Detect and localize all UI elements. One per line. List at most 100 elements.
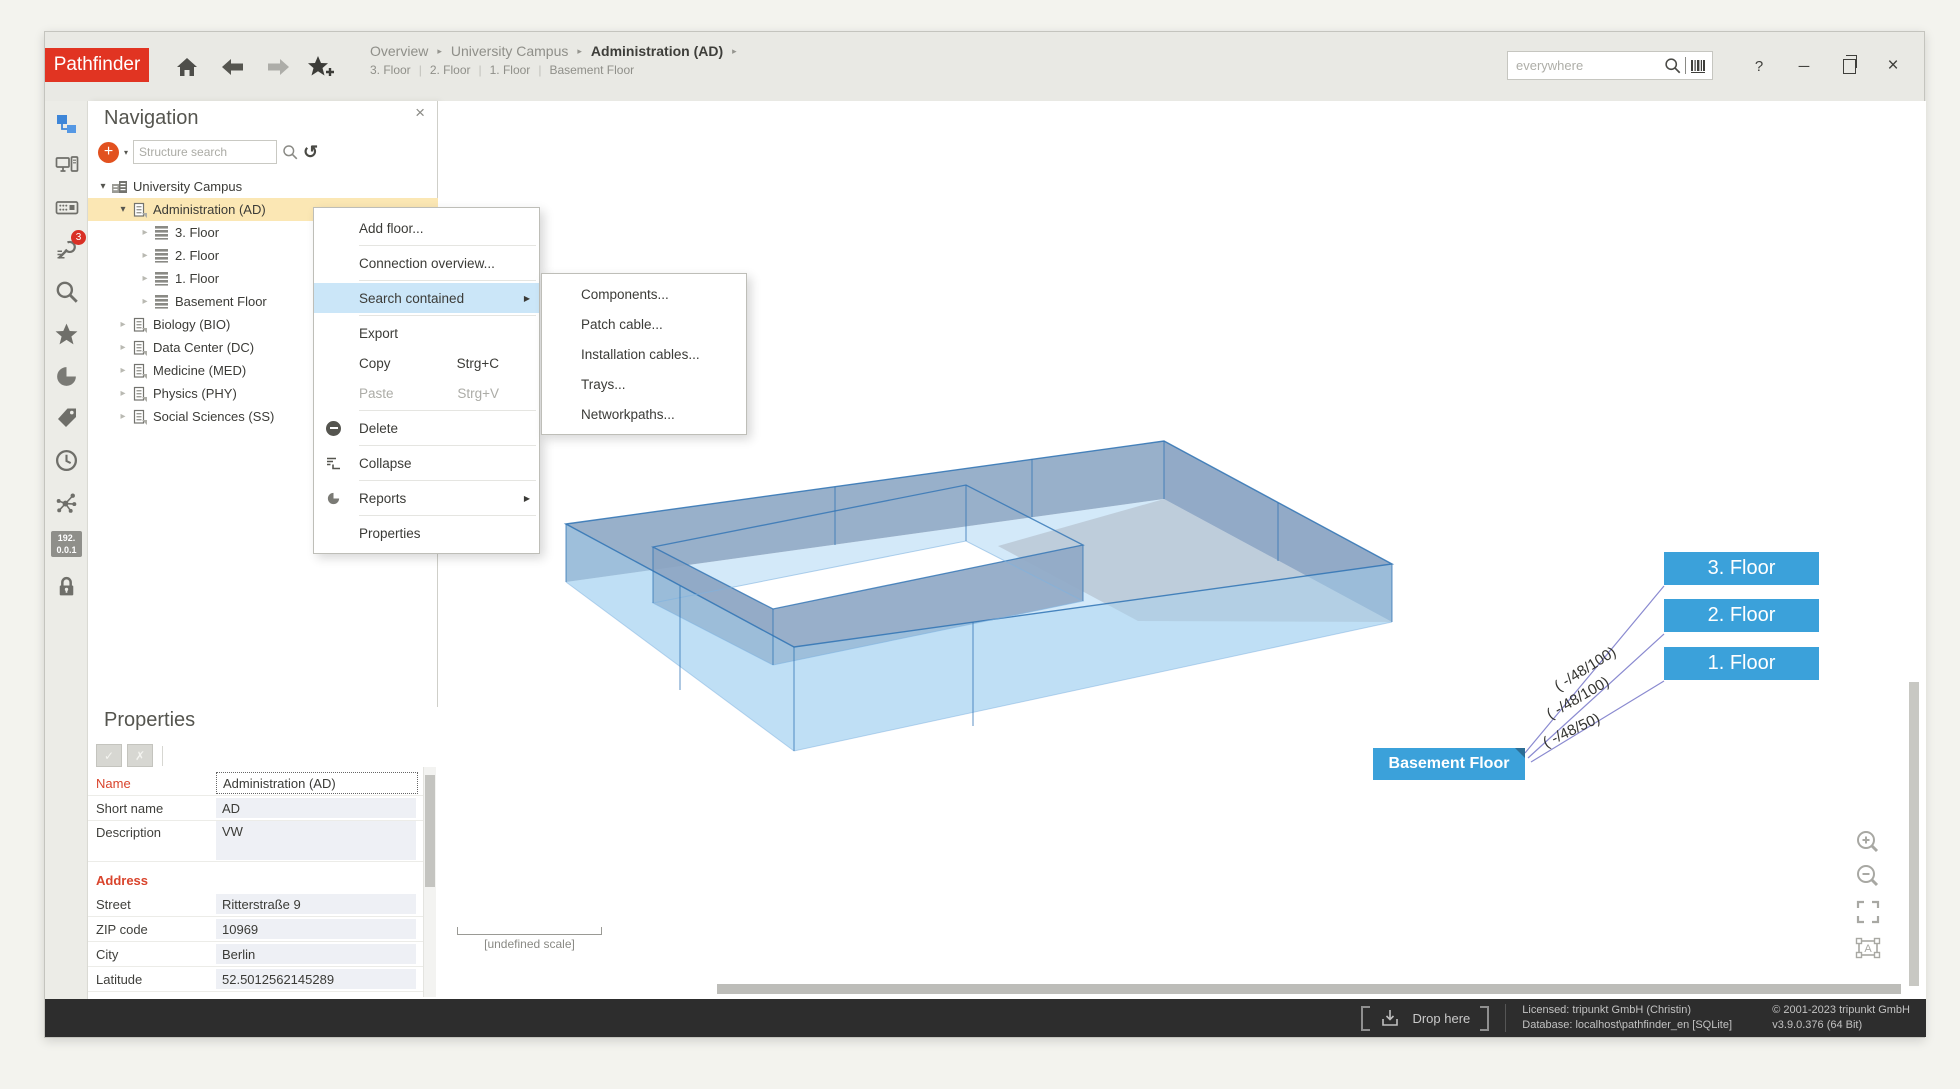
forward-button[interactable] bbox=[264, 53, 292, 81]
drop-zone[interactable]: Drop here bbox=[1361, 1006, 1489, 1031]
menu-item-properties[interactable]: Properties bbox=[314, 518, 539, 548]
vertical-scrollbar[interactable] bbox=[1909, 682, 1919, 986]
licensed-text: Licensed: tripunkt GmbH (Christin) bbox=[1522, 1003, 1752, 1018]
structure-search-icon[interactable] bbox=[282, 144, 298, 160]
tools-button[interactable]: 3 bbox=[51, 234, 82, 266]
label-scale-button[interactable]: A bbox=[1852, 932, 1884, 964]
global-search-box[interactable] bbox=[1507, 51, 1713, 80]
breadcrumb-floor-1[interactable]: 1. Floor bbox=[490, 63, 531, 77]
basement-floor-label[interactable]: Basement Floor bbox=[1373, 748, 1525, 780]
history-button[interactable] bbox=[51, 444, 82, 476]
horizontal-scrollbar[interactable] bbox=[717, 984, 1901, 994]
floor-1-label[interactable]: 1. Floor bbox=[1664, 647, 1819, 680]
expander-collapsed-icon[interactable]: ▸ bbox=[116, 411, 130, 422]
refresh-icon[interactable]: ↺ bbox=[303, 142, 318, 163]
back-button[interactable] bbox=[219, 53, 247, 81]
short-name-field[interactable]: AD bbox=[216, 798, 416, 818]
floor-3-label[interactable]: 3. Floor bbox=[1664, 552, 1819, 585]
city-field[interactable]: Berlin bbox=[216, 944, 416, 964]
discard-button[interactable]: ✗ bbox=[127, 744, 153, 767]
expander-expanded-icon[interactable]: ▾ bbox=[96, 181, 110, 192]
description-field[interactable]: VW bbox=[216, 821, 416, 860]
breadcrumb-university-campus[interactable]: University Campus bbox=[451, 43, 568, 59]
minimize-button[interactable]: ─ bbox=[1789, 52, 1819, 80]
menu-item-reports[interactable]: Reports ▶ bbox=[314, 483, 539, 513]
expander-collapsed-icon[interactable]: ▸ bbox=[116, 319, 130, 330]
expander-collapsed-icon[interactable]: ▸ bbox=[138, 227, 152, 238]
workstations-button[interactable] bbox=[51, 150, 82, 182]
properties-scrollbar[interactable] bbox=[423, 767, 436, 997]
menu-item-search-contained[interactable]: Search contained ▶ bbox=[314, 283, 539, 313]
breadcrumb-floor-3[interactable]: 3. Floor bbox=[370, 63, 411, 77]
navigation-panel-button[interactable] bbox=[51, 108, 82, 140]
context-menu: Add floor... Connection overview... Sear… bbox=[313, 207, 540, 554]
add-node-caret-icon[interactable]: ▾ bbox=[124, 148, 128, 157]
street-field[interactable]: Ritterstraße 9 bbox=[216, 894, 416, 914]
structure-search-input[interactable] bbox=[133, 140, 277, 164]
menu-item-collapse[interactable]: Collapse bbox=[314, 448, 539, 478]
navigation-close-button[interactable]: × bbox=[415, 103, 425, 123]
check-icon: ✓ bbox=[104, 749, 114, 763]
zoom-in-icon bbox=[1854, 829, 1882, 857]
submenu-item-patch-cable[interactable]: Patch cable... bbox=[542, 309, 746, 339]
scrollbar-thumb[interactable] bbox=[425, 775, 435, 887]
menu-item-add-floor[interactable]: Add floor... bbox=[314, 213, 539, 243]
submenu-item-installation-cables[interactable]: Installation cables... bbox=[542, 339, 746, 369]
submenu-item-networkpaths[interactable]: Networkpaths... bbox=[542, 399, 746, 429]
zip-field[interactable]: 10969 bbox=[216, 919, 416, 939]
search-panel-button[interactable] bbox=[51, 276, 82, 308]
favorites-button[interactable] bbox=[51, 318, 82, 350]
home-button[interactable] bbox=[173, 53, 201, 81]
security-button[interactable] bbox=[51, 570, 82, 602]
barcode-scan-icon[interactable] bbox=[1690, 58, 1706, 74]
search-icon[interactable] bbox=[1664, 57, 1681, 74]
menu-item-connection-overview[interactable]: Connection overview... bbox=[314, 248, 539, 278]
help-button[interactable]: ? bbox=[1744, 52, 1774, 80]
expander-collapsed-icon[interactable]: ▸ bbox=[138, 273, 152, 284]
submenu-item-trays[interactable]: Trays... bbox=[542, 369, 746, 399]
fit-view-icon bbox=[1855, 899, 1881, 925]
floor-2-label[interactable]: 2. Floor bbox=[1664, 599, 1819, 632]
menu-separator bbox=[359, 245, 536, 246]
tree-item-university-campus[interactable]: ▾ University Campus bbox=[88, 175, 438, 198]
properties-title: Properties bbox=[104, 709, 195, 732]
expander-collapsed-icon[interactable]: ▸ bbox=[138, 250, 152, 261]
ip-addresses-button[interactable]: 192. 0.0.1 bbox=[51, 528, 82, 560]
expander-collapsed-icon[interactable]: ▸ bbox=[116, 388, 130, 399]
expander-collapsed-icon[interactable]: ▸ bbox=[116, 342, 130, 353]
tools-badge: 3 bbox=[71, 230, 86, 245]
expander-collapsed-icon[interactable]: ▸ bbox=[138, 296, 152, 307]
menu-item-copy[interactable]: Copy Strg+C bbox=[314, 348, 539, 378]
floor-icon bbox=[153, 270, 170, 287]
expander-collapsed-icon[interactable]: ▸ bbox=[116, 365, 130, 376]
submenu-item-components[interactable]: Components... bbox=[542, 279, 746, 309]
reports-button[interactable] bbox=[51, 360, 82, 392]
breadcrumb-overview[interactable]: Overview bbox=[370, 43, 428, 59]
building-icon bbox=[131, 339, 148, 356]
scale-indicator: [undefined scale] bbox=[457, 927, 602, 951]
floor-icon bbox=[153, 224, 170, 241]
topology-button[interactable] bbox=[51, 486, 82, 518]
menu-item-label: Connection overview... bbox=[359, 256, 495, 271]
close-button[interactable]: × bbox=[1878, 52, 1908, 80]
name-input[interactable]: Administration (AD) bbox=[216, 772, 418, 794]
latitude-field[interactable]: 52.5012562145289 bbox=[216, 969, 416, 989]
add-node-button[interactable]: + bbox=[98, 142, 119, 163]
fit-to-view-button[interactable] bbox=[1852, 896, 1884, 928]
tags-button[interactable] bbox=[51, 402, 82, 434]
apply-button[interactable]: ✓ bbox=[96, 744, 122, 767]
components-button[interactable] bbox=[51, 192, 82, 224]
restore-button[interactable] bbox=[1834, 52, 1864, 80]
breadcrumb-floor-basement[interactable]: Basement Floor bbox=[549, 63, 634, 77]
property-label: Name bbox=[96, 776, 216, 791]
favorite-add-button[interactable] bbox=[307, 53, 335, 81]
zoom-out-button[interactable] bbox=[1852, 861, 1884, 893]
breadcrumb-administration[interactable]: Administration (AD) bbox=[591, 43, 723, 59]
floorplan-canvas[interactable]: 3. Floor 2. Floor 1. Floor Basement Floo… bbox=[438, 101, 1926, 1001]
zoom-in-button[interactable] bbox=[1852, 827, 1884, 859]
menu-item-export[interactable]: Export bbox=[314, 318, 539, 348]
breadcrumb-floor-2[interactable]: 2. Floor bbox=[430, 63, 471, 77]
expander-expanded-icon[interactable]: ▾ bbox=[116, 204, 130, 215]
menu-item-delete[interactable]: Delete bbox=[314, 413, 539, 443]
global-search-input[interactable] bbox=[1514, 57, 1664, 74]
